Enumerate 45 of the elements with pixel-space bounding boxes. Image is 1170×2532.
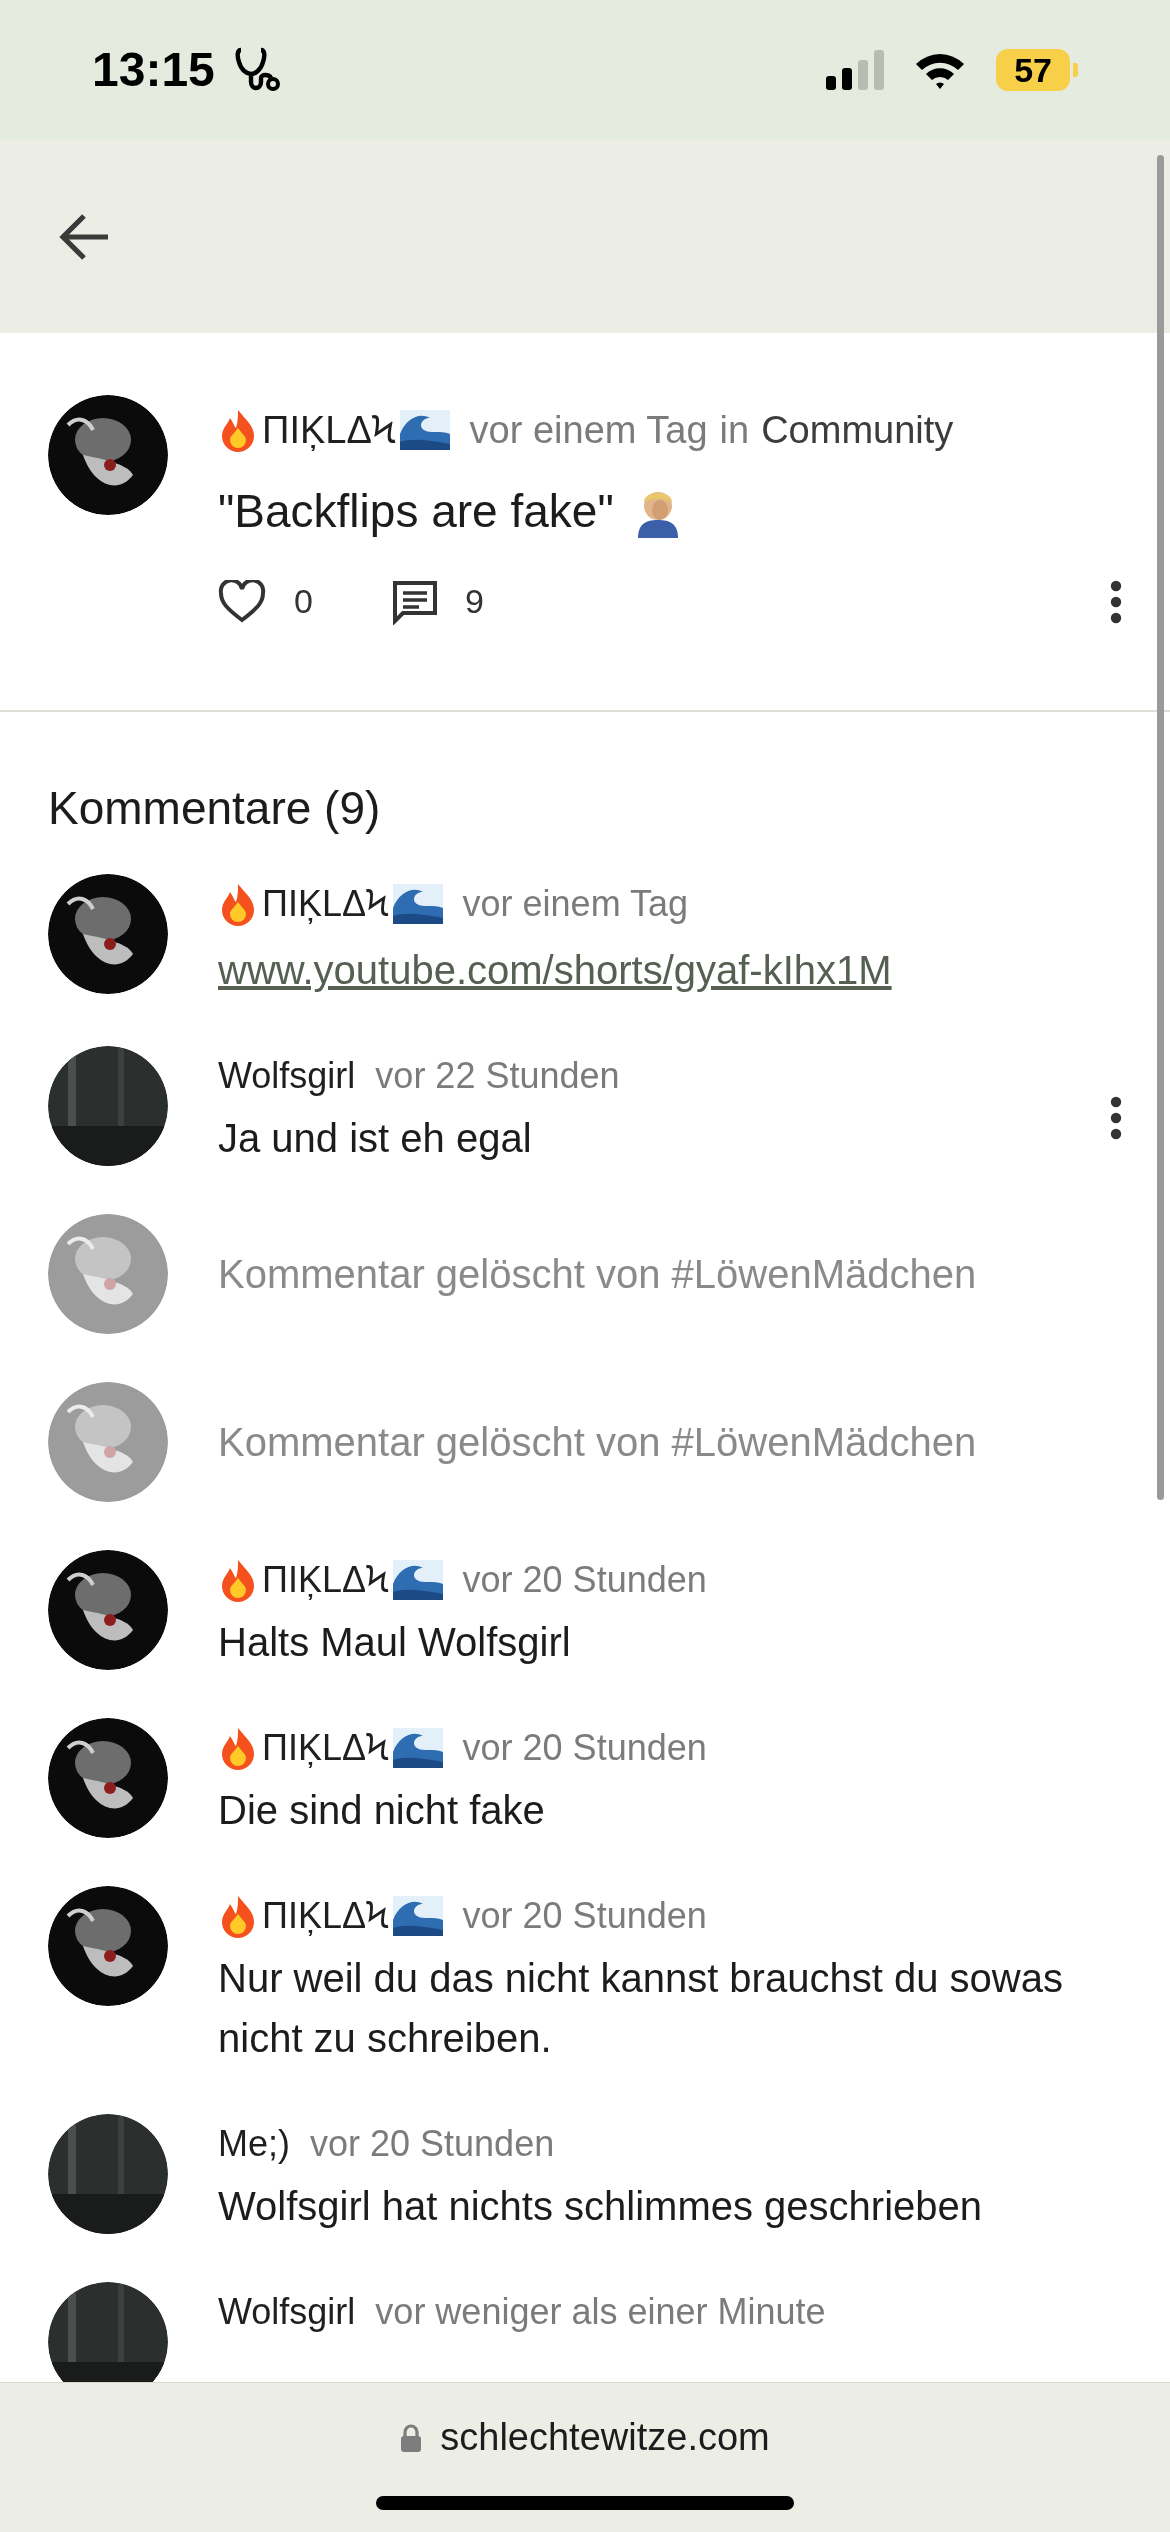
battery-level: 57 bbox=[996, 49, 1070, 91]
comment-author[interactable]: Wolfsgirl bbox=[218, 2285, 356, 2339]
comment-author[interactable]: Me;) bbox=[218, 2117, 290, 2171]
comment-text: Halts Maul Wolfsgirl bbox=[218, 1619, 572, 1666]
comment-time: vor 20 Stunden bbox=[462, 1894, 707, 1938]
more-options-icon[interactable] bbox=[1110, 579, 1122, 624]
comment-author[interactable]: ΠΙĶLΔϞ bbox=[262, 877, 389, 931]
comment-count: 9 bbox=[464, 581, 484, 622]
comment-time: vor 20 Stunden bbox=[462, 1558, 707, 1602]
wave-icon bbox=[392, 1896, 443, 1936]
more-options-icon[interactable] bbox=[1110, 1096, 1122, 1140]
comment-text: Wolfsgirl hat nichts schlimmes geschrieben bbox=[218, 2183, 983, 2230]
deleted-comment-notice: Kommentar gelöscht von #LöwenMädchen bbox=[218, 1251, 978, 1298]
url-domain[interactable]: schlechtewitze.com bbox=[440, 2409, 770, 2466]
lock-icon bbox=[400, 2422, 423, 2453]
deleted-comment-notice: Kommentar gelöscht von #LöwenMädchen bbox=[218, 1419, 978, 1466]
comment-author[interactable]: ΠΙĶLΔϞ bbox=[262, 1721, 389, 1775]
comment-time: vor einem Tag bbox=[462, 882, 689, 926]
wave-icon bbox=[392, 884, 443, 924]
comment-text: Ja und ist eh egal bbox=[218, 1115, 533, 1162]
battery-tip bbox=[1073, 63, 1078, 77]
comment-author[interactable]: Wolfsgirl bbox=[218, 1049, 356, 1103]
wave-icon bbox=[392, 1728, 443, 1768]
heart-icon[interactable] bbox=[218, 579, 266, 624]
comment-time: vor 20 Stunden bbox=[310, 2122, 555, 2166]
community-link[interactable]: Community bbox=[761, 401, 954, 459]
comment-time: vor 20 Stunden bbox=[462, 1726, 707, 1770]
comment-link[interactable]: www.youtube.com/shorts/gyaf-kIhx1M bbox=[218, 940, 1122, 1000]
comment-text: Nur weil du das nicht kannst brauchst du sowas nicht zu schreiben. bbox=[218, 1955, 1064, 2062]
post-in-label: in bbox=[719, 407, 750, 453]
comment-time: vor weniger als einer Minute bbox=[375, 2290, 826, 2334]
post-title: "Backflips are fake" bbox=[218, 484, 614, 539]
wave-icon bbox=[392, 1560, 443, 1600]
comment-text: Die sind nicht fake bbox=[218, 1787, 546, 1834]
comment-author[interactable]: ΠΙĶLΔϞ bbox=[262, 1553, 389, 1607]
comments-heading: Kommentare (9) bbox=[48, 781, 382, 836]
comment-icon[interactable] bbox=[390, 578, 439, 625]
signal-icon bbox=[826, 50, 885, 90]
clock: 13:15 bbox=[92, 42, 215, 98]
comment-author[interactable]: ΠΙĶLΔϞ bbox=[262, 401, 396, 459]
wave-icon bbox=[399, 410, 450, 450]
comment-time: vor 22 Stunden bbox=[375, 1054, 620, 1098]
comment-author[interactable]: ΠΙĶLΔϞ bbox=[262, 1889, 389, 1943]
like-count: 0 bbox=[294, 581, 313, 622]
post-time: vor einem Tag bbox=[469, 407, 708, 453]
